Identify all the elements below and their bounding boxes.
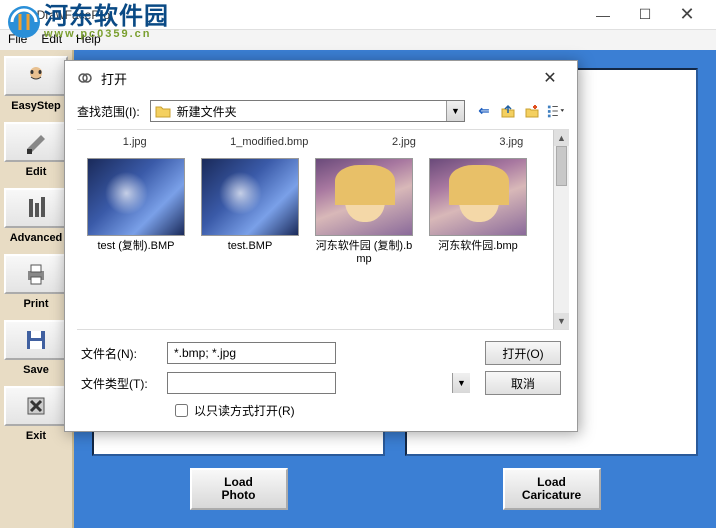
scroll-down-icon[interactable]: ▼ — [554, 313, 569, 329]
cancel-button[interactable]: 取消 — [485, 371, 561, 395]
exit-label: Exit — [4, 430, 68, 442]
nav-back-icon[interactable]: ⇐ — [475, 102, 493, 120]
nav-newfolder-icon[interactable] — [523, 102, 541, 120]
file-name-partial[interactable]: 1_modified.bmp — [230, 136, 308, 148]
menu-help[interactable]: Help — [76, 32, 101, 48]
dialog-icon — [77, 70, 93, 86]
minimize-button[interactable]: — — [582, 1, 624, 29]
filetype-dropdown-arrow-icon[interactable]: ▼ — [452, 373, 470, 393]
file-list[interactable]: 1.jpg 1_modified.bmp 2.jpg 3.jpg test (复… — [77, 129, 569, 330]
file-name-partial[interactable]: 1.jpg — [123, 136, 147, 148]
file-thumbnail — [87, 158, 185, 236]
dialog-title: 打开 — [101, 69, 127, 88]
file-name-partial[interactable]: 3.jpg — [499, 136, 523, 148]
nav-views-icon[interactable] — [547, 102, 565, 120]
advanced-label: Advanced — [4, 232, 68, 244]
easystep-label: EasyStep — [4, 100, 68, 112]
filename-label: 文件名(N): — [81, 345, 153, 362]
close-button[interactable]: ✕ — [666, 1, 708, 29]
print-label: Print — [4, 298, 68, 310]
menu-edit[interactable]: Edit — [41, 32, 62, 48]
app-title: uDrawFacePro — [30, 8, 110, 22]
file-name-partial[interactable]: 2.jpg — [392, 136, 416, 148]
window-titlebar: uDrawFacePro — ☐ ✕ — [0, 0, 716, 30]
filetype-label: 文件类型(T): — [81, 375, 153, 392]
file-item[interactable]: test (复制).BMP — [81, 158, 191, 266]
edit-button[interactable] — [4, 122, 68, 162]
file-item[interactable]: 河东软件园.bmp — [423, 158, 533, 266]
file-name: test.BMP — [228, 240, 273, 253]
file-name: test (复制).BMP — [97, 240, 174, 253]
sidebar: EasyStep Edit Advanced Print Save Exit — [0, 50, 74, 528]
nav-up-icon[interactable] — [499, 102, 517, 120]
file-name: 河东软件园.bmp — [438, 240, 517, 253]
menu-bar: File Edit Help — [0, 30, 716, 50]
save-button[interactable] — [4, 320, 68, 360]
filetype-dropdown[interactable] — [167, 372, 336, 394]
load-caricature-button[interactable]: LoadCaricature — [503, 468, 601, 510]
edit-label: Edit — [4, 166, 68, 178]
readonly-label: 以只读方式打开(R) — [194, 402, 295, 419]
dialog-close-button[interactable]: ✕ — [535, 65, 565, 91]
file-item[interactable]: test.BMP — [195, 158, 305, 266]
current-folder: 新建文件夹 — [177, 103, 237, 120]
file-name: 河东软件园 (复制).bmp — [312, 240, 416, 266]
filename-input[interactable] — [167, 342, 336, 364]
app-icon — [8, 7, 24, 23]
exit-button[interactable] — [4, 386, 68, 426]
file-thumbnail — [315, 158, 413, 236]
save-label: Save — [4, 364, 68, 376]
open-file-dialog: 打开 ✕ 查找范围(I): 新建文件夹 ▼ ⇐ 1.jpg 1_modified… — [64, 60, 578, 432]
maximize-button[interactable]: ☐ — [624, 1, 666, 29]
folder-icon — [155, 104, 171, 118]
scroll-thumb[interactable] — [556, 146, 567, 186]
file-item[interactable]: 河东软件园 (复制).bmp — [309, 158, 419, 266]
file-thumbnail — [201, 158, 299, 236]
dialog-titlebar: 打开 ✕ — [65, 61, 577, 95]
open-button[interactable]: 打开(O) — [485, 341, 561, 365]
readonly-checkbox[interactable] — [175, 404, 188, 417]
file-scrollbar[interactable]: ▲ ▼ — [553, 130, 569, 329]
advanced-button[interactable] — [4, 188, 68, 228]
look-in-dropdown[interactable]: 新建文件夹 ▼ — [150, 100, 465, 122]
load-photo-button[interactable]: LoadPhoto — [190, 468, 288, 510]
file-thumbnail — [429, 158, 527, 236]
print-button[interactable] — [4, 254, 68, 294]
easystep-button[interactable] — [4, 56, 68, 96]
dropdown-arrow-icon[interactable]: ▼ — [446, 101, 464, 121]
menu-file[interactable]: File — [8, 32, 27, 48]
scroll-up-icon[interactable]: ▲ — [554, 130, 569, 146]
look-in-label: 查找范围(I): — [77, 103, 140, 120]
